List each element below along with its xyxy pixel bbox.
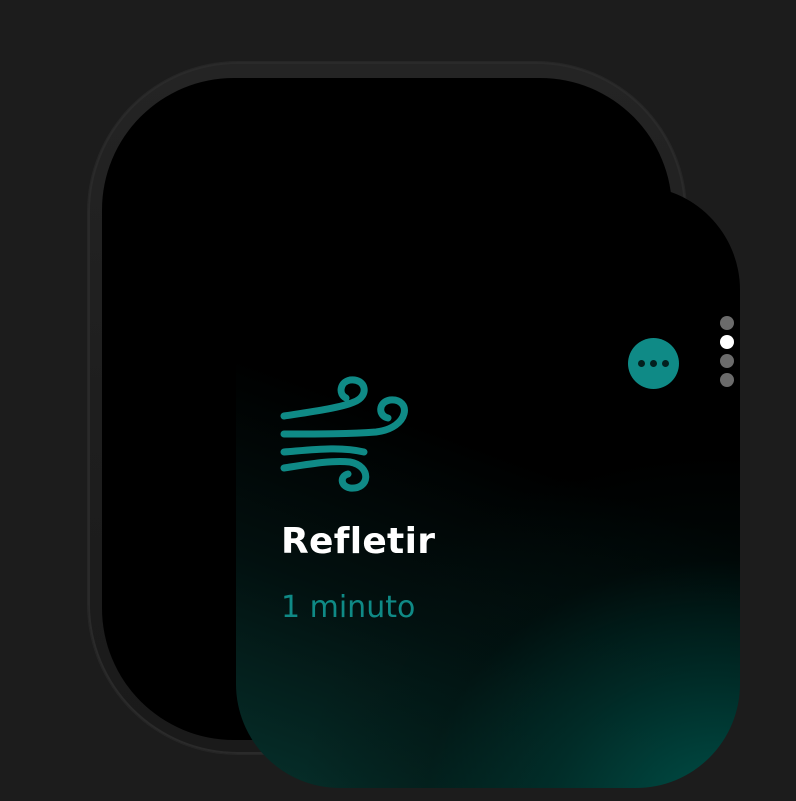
ellipsis-icon-dot xyxy=(662,360,669,367)
page-dot-4 xyxy=(720,373,734,387)
duration-label[interactable]: 1 minuto xyxy=(281,590,415,625)
ellipsis-icon-dot xyxy=(638,360,645,367)
wind-icon xyxy=(280,376,408,492)
app-title: Refletir xyxy=(281,521,436,562)
ellipsis-icon-dot xyxy=(650,360,657,367)
page-dot-3 xyxy=(720,354,734,368)
page-indicator xyxy=(720,316,734,387)
page-dot-1 xyxy=(720,316,734,330)
watch-screen: Refletir 1 minuto xyxy=(236,186,740,788)
more-options-button[interactable] xyxy=(628,338,679,389)
watch-bezel: Refletir 1 minuto xyxy=(102,78,740,788)
stage: Refletir 1 minuto xyxy=(0,0,796,801)
page-dot-2-active xyxy=(720,335,734,349)
